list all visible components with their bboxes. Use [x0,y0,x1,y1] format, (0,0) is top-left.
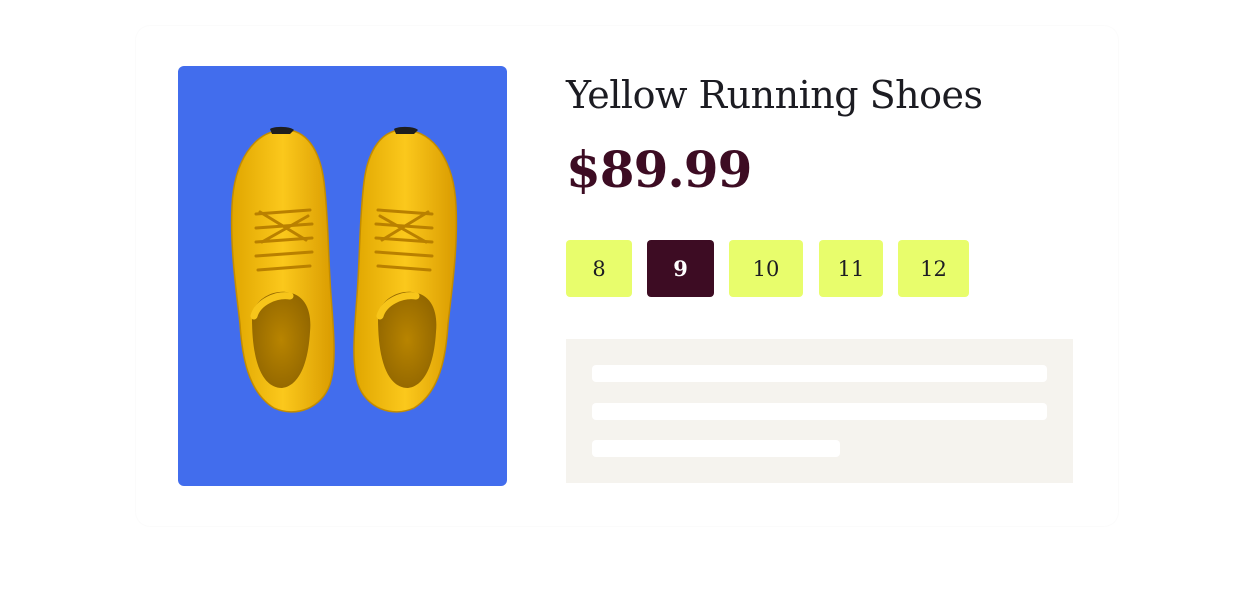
size-option-9[interactable]: 9 [647,240,714,297]
size-option-10[interactable]: 10 [729,240,803,297]
product-price: $89.99 [566,140,752,199]
size-option-8[interactable]: 8 [566,240,632,297]
size-option-11[interactable]: 11 [819,240,883,297]
yellow-sneakers-icon [230,126,458,413]
left-shoe [230,126,335,413]
size-option-12[interactable]: 12 [898,240,969,297]
description-placeholder [566,339,1073,483]
product-title: Yellow Running Shoes [566,73,983,117]
product-image [178,66,507,486]
description-line [592,365,1047,382]
description-line [592,403,1047,420]
description-line [592,440,840,457]
right-shoe [353,126,458,413]
